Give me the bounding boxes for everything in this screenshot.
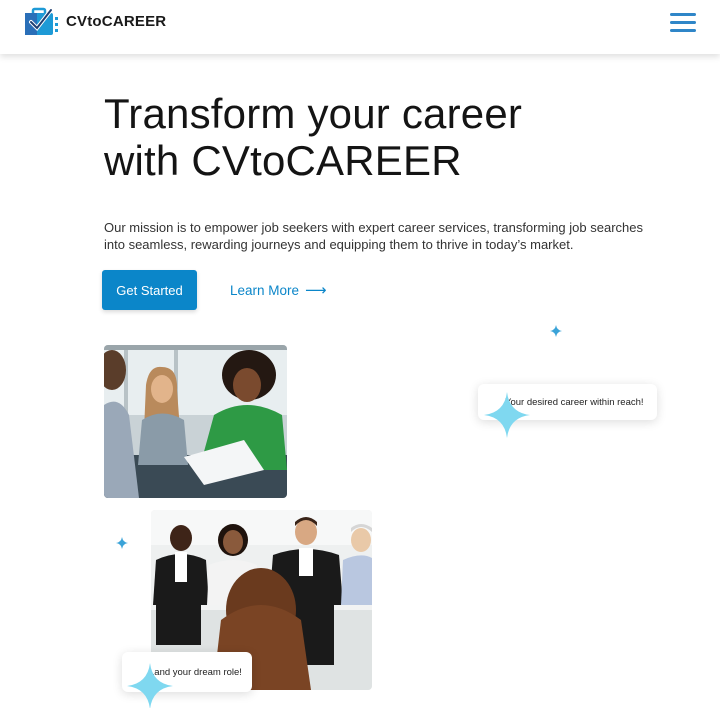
briefcase-check-icon [22, 5, 62, 37]
hero-title-line-2: with CVtoCAREER [104, 137, 462, 184]
get-started-button[interactable]: Get Started [102, 270, 197, 310]
sparkle-icon [550, 324, 562, 342]
brand-name: CVtoCAREER [66, 12, 167, 30]
sparkle-icon [127, 663, 173, 708]
hero-title: Transform your career with CVtoCAREER [104, 90, 624, 184]
hamburger-menu-icon[interactable] [670, 13, 696, 33]
hero-title-line-1: Transform your career [104, 90, 523, 137]
brand-logo[interactable]: CVtoCAREER [22, 5, 166, 37]
mission-statement: Our mission is to empower job seekers wi… [104, 220, 643, 252]
sparkle-icon [116, 536, 128, 554]
sparkle-icon [484, 392, 530, 443]
arrow-right-icon: ⟶ [305, 282, 327, 299]
navbar: CVtoCAREER [0, 0, 720, 54]
learn-more-label: Learn More [230, 282, 300, 298]
interview-meeting-photo [104, 345, 287, 498]
learn-more-link[interactable]: Learn More ⟶ [230, 281, 327, 299]
